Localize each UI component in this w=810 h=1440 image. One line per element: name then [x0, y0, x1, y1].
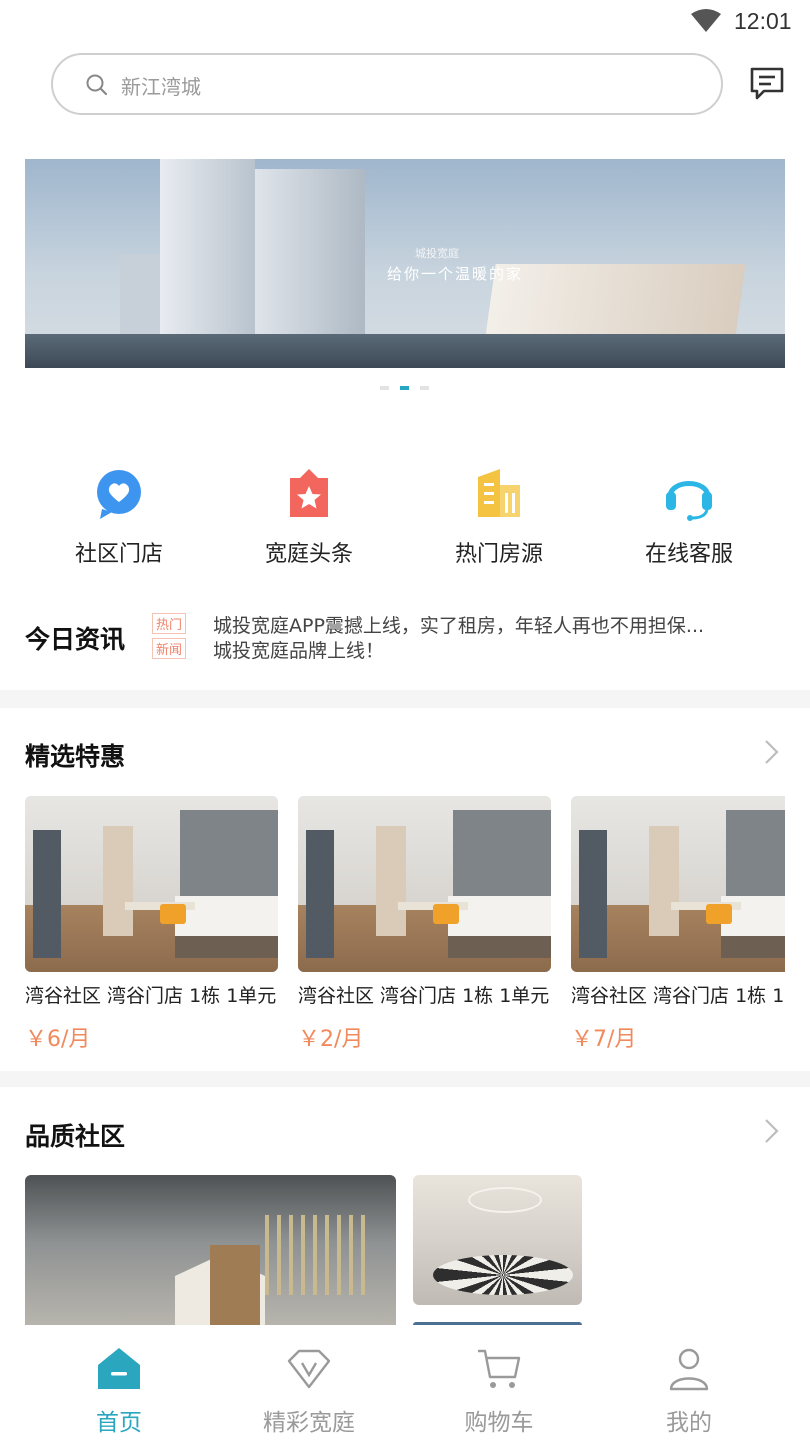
news-tag: 热门 [152, 613, 187, 634]
deal-card[interactable]: 湾谷社区 湾谷门店 1栋 1单元 ￥6/月 [25, 796, 278, 1053]
section-divider [0, 1071, 810, 1087]
entry-online-service[interactable]: 在线客服 [594, 465, 784, 568]
tab-label: 我的 [666, 1410, 712, 1436]
building-icon [470, 465, 528, 523]
entry-label: 热门房源 [454, 542, 543, 567]
news-ticker[interactable]: 今日资讯 热门 城投宽庭APP震撼上线，实了租房，年轻人再也不用担保... 新闻… [25, 605, 810, 665]
bottom-tab-bar: 首页 精彩宽庭 购物车 我的 [0, 1325, 810, 1440]
deal-name: 湾谷社区 湾谷门店 1栋 1 [571, 985, 785, 1007]
community-photo[interactable] [25, 1175, 396, 1325]
banner-mall [484, 264, 746, 344]
banner-carousel[interactable]: 城投宽庭 给你一个温暖的家 [25, 159, 785, 368]
deal-name: 湾谷社区 湾谷门店 1栋 1单元 [25, 985, 277, 1007]
chat-heart-icon [90, 465, 148, 523]
wifi-icon [691, 9, 721, 32]
banner-brand: 城投宽庭 [415, 247, 459, 260]
entry-headlines[interactable]: 宽庭头条 [214, 465, 404, 568]
section-divider [0, 690, 810, 708]
room-photo [571, 796, 785, 972]
carousel-dot[interactable] [420, 386, 429, 390]
deal-price: ￥2/月 [298, 1027, 364, 1052]
search-icon [86, 74, 108, 96]
news-headline[interactable]: 城投宽庭品牌上线！ [213, 636, 783, 663]
entry-community-store[interactable]: 社区门店 [24, 465, 214, 568]
cart-icon [475, 1345, 523, 1393]
home-icon [95, 1345, 143, 1393]
badge-star-icon [280, 465, 338, 523]
news-tag: 新闻 [152, 638, 187, 659]
room-photo [298, 796, 551, 972]
tab-home[interactable]: 首页 [44, 1345, 194, 1437]
tab-label: 精彩宽庭 [263, 1410, 355, 1436]
news-headline[interactable]: 城投宽庭APP震撼上线，实了租房，年轻人再也不用担保... [213, 611, 783, 638]
clock: 12:01 [734, 8, 792, 34]
deal-name: 湾谷社区 湾谷门店 1栋 1单元 [298, 985, 550, 1007]
search-placeholder: 新江湾城 [121, 75, 201, 99]
tab-mine[interactable]: 我的 [614, 1345, 764, 1437]
deal-card[interactable]: 湾谷社区 湾谷门店 1栋 1单元 ￥2/月 [298, 796, 551, 1053]
diamond-v-icon [285, 1345, 333, 1393]
entry-hot-listings[interactable]: 热门房源 [404, 465, 594, 568]
deal-card[interactable]: 湾谷社区 湾谷门店 1栋 1 ￥7/月 [571, 796, 785, 1053]
search-input[interactable]: 新江湾城 [51, 53, 723, 115]
deal-price: ￥7/月 [571, 1027, 637, 1052]
tab-wonderful[interactable]: 精彩宽庭 [234, 1345, 384, 1437]
banner-slogan: 给你一个温暖的家 [387, 265, 524, 283]
entry-label: 在线客服 [644, 542, 733, 567]
deals-title: 精选特惠 [25, 742, 126, 771]
deal-price: ￥6/月 [25, 1027, 91, 1052]
news-title: 今日资讯 [25, 625, 126, 654]
chevron-right-icon[interactable] [763, 1117, 781, 1145]
tab-cart[interactable]: 购物车 [424, 1345, 574, 1437]
headset-icon [660, 465, 718, 523]
chevron-right-icon[interactable] [763, 738, 781, 766]
tab-label: 首页 [96, 1410, 142, 1436]
entry-label: 宽庭头条 [264, 542, 353, 567]
entry-label: 社区门店 [74, 542, 163, 567]
community-title: 品质社区 [25, 1122, 126, 1151]
tab-label: 购物车 [464, 1410, 534, 1436]
status-bar: 12:01 [0, 0, 810, 44]
community-photo[interactable] [413, 1175, 582, 1305]
carousel-dot[interactable] [380, 386, 389, 390]
banner-ground [25, 334, 785, 368]
carousel-indicator [380, 386, 440, 394]
carousel-dot-active[interactable] [400, 386, 409, 390]
message-icon[interactable] [748, 66, 786, 102]
room-photo [25, 796, 278, 972]
user-icon [665, 1345, 713, 1393]
